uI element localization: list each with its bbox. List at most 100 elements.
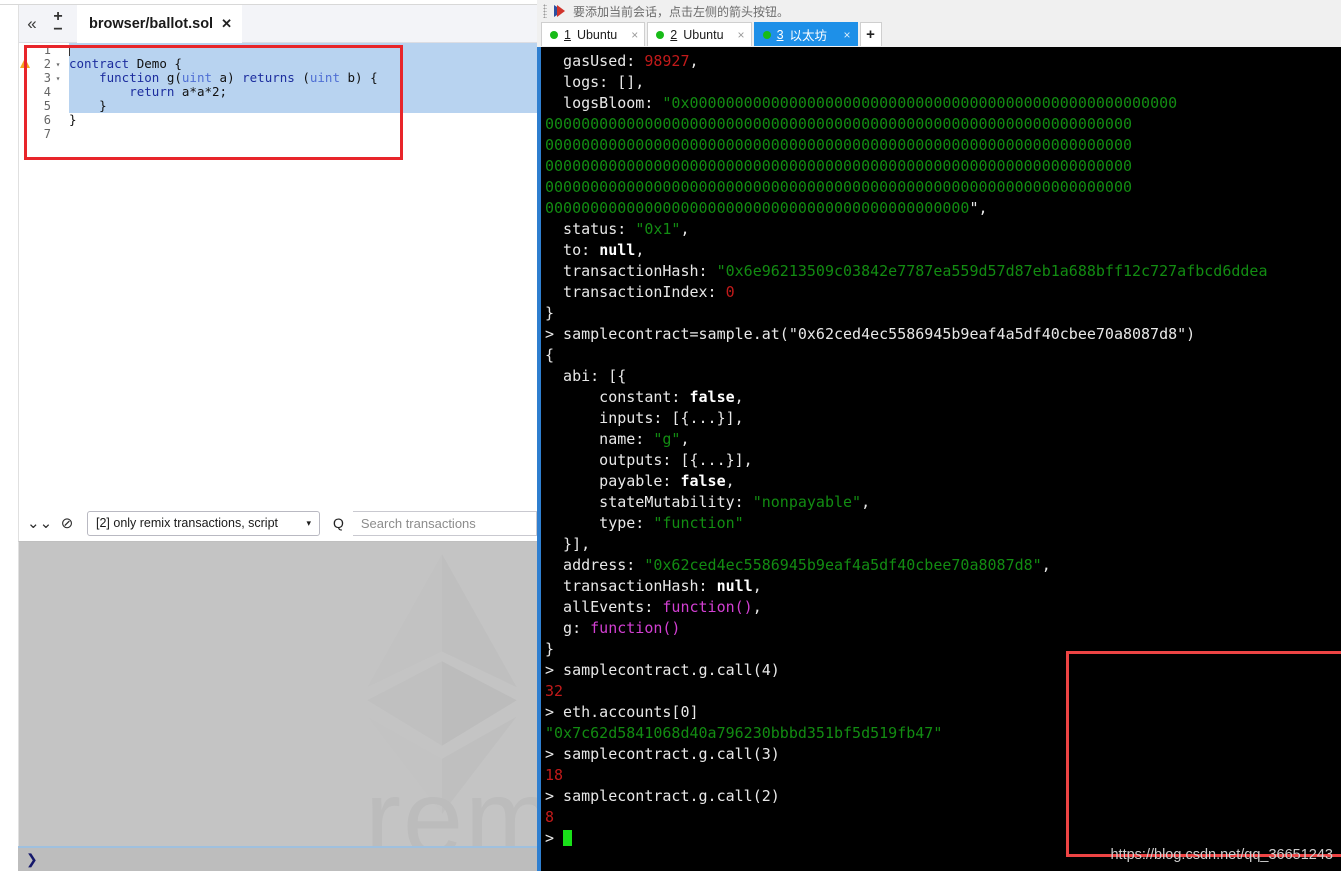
clear-console-icon[interactable]: ⊘ [57, 514, 77, 532]
terminal-text: gasUsed: 98927, logs: [], logsBloom: "0x… [541, 47, 1341, 849]
terminal-tab-3[interactable]: 3 以太坊 × [753, 22, 858, 46]
close-icon[interactable]: × [730, 28, 745, 42]
terminal-line: "0x7c62d5841068d40a796230bbbd351bf5d519f… [545, 723, 1341, 744]
terminal-tab-number: 3 [776, 27, 784, 42]
terminal-token: "function" [653, 514, 744, 532]
terminal-token: } [545, 640, 555, 658]
terminal-token: false [689, 388, 735, 406]
terminal-token: 98927 [644, 52, 690, 70]
transaction-filter-value: [2] only remix transactions, script [96, 516, 279, 530]
terminal-token: }], [545, 535, 591, 553]
terminal-token: , [752, 598, 762, 616]
terminal-token: > samplecontract=sample.at("0x62ced4ec55… [545, 325, 1196, 343]
terminal-line: allEvents: function(), [545, 597, 1341, 618]
terminal-token: , [1041, 556, 1051, 574]
editor-panel: « + − browser/ballot.sol ✕ 12▾ contract D… [18, 4, 537, 505]
remix-console-prompt-bar[interactable]: ❯ [18, 846, 537, 871]
close-icon[interactable]: ✕ [221, 16, 232, 32]
search-transactions-group[interactable]: Q Search transactions [330, 510, 537, 536]
terminal-token: 0000000000000000000000000000000000000000… [545, 136, 1132, 154]
remix-watermark: rem [365, 757, 537, 846]
fold-arrow-icon[interactable]: ▾ [53, 60, 63, 69]
line-number: 7 [43, 127, 51, 141]
close-icon[interactable]: × [836, 28, 851, 42]
expand-terminal-icon[interactable]: ⌄⌄ [27, 514, 52, 532]
gutter-marker-slot [19, 113, 33, 127]
terminal-token: inputs: [{...}], [545, 409, 744, 427]
terminal-token: , [752, 577, 762, 595]
terminal-line: } [545, 303, 1341, 324]
terminal-token: status: [545, 220, 636, 238]
terminal-token: , [635, 241, 645, 259]
terminal-line: logsBloom: "0x00000000000000000000000000… [545, 93, 1341, 114]
line-number: 5 [43, 99, 51, 113]
terminal-token: ", [969, 199, 988, 217]
terminal-token: 0000000000000000000000000000000000000000… [545, 115, 1132, 133]
terminal-line: > samplecontract.g.call(3) [545, 744, 1341, 765]
terminal-line: > samplecontract.g.call(2) [545, 786, 1341, 807]
terminal-token: g: [545, 619, 591, 637]
terminal-token: outputs: [{...}], [545, 451, 753, 469]
prompt-chevron-icon: ❯ [26, 851, 38, 867]
code-line[interactable]: 4 return a*a*2; [19, 85, 537, 99]
terminal-tab-label: 以太坊 [789, 29, 828, 43]
terminal-token: null [599, 241, 636, 259]
terminal-window: 要添加当前会话，点击左侧的箭头按钮。 1 Ubuntu × 2 Ubuntu × 3 以太坊 ×… [537, 0, 1341, 871]
terminal-token: , [689, 52, 699, 70]
terminal-line: to: null, [545, 240, 1341, 261]
terminal-hint-text: 要添加当前会话，点击左侧的箭头按钮。 [573, 4, 790, 19]
file-tab-label: browser/ballot.sol [89, 15, 214, 32]
fold-arrow-icon[interactable]: ▾ [53, 74, 63, 83]
terminal-output-area[interactable]: gasUsed: 98927, logs: [], logsBloom: "0x… [537, 47, 1341, 871]
terminal-tab-2[interactable]: 2 Ubuntu × [647, 22, 752, 46]
terminal-line: transactionIndex: 0 [545, 282, 1341, 303]
code-line[interactable]: 3 ▾ function g(uint a) returns (uint b) { [19, 71, 537, 85]
terminal-token: , [734, 388, 744, 406]
terminal-tab-1[interactable]: 1 Ubuntu × [541, 22, 646, 46]
file-tab-ballot-sol[interactable]: browser/ballot.sol ✕ [77, 4, 242, 43]
code-line[interactable]: 5 } [19, 99, 537, 113]
terminal-token: 8 [545, 808, 555, 826]
flag-icon [554, 4, 566, 18]
font-decrease-icon[interactable]: − [53, 21, 62, 38]
terminal-tab-label: Ubuntu [683, 27, 724, 42]
line-number: 1 [43, 43, 51, 57]
terminal-token: , [725, 472, 735, 490]
close-icon[interactable]: × [623, 28, 638, 42]
code-editor[interactable]: 12▾contract Demo {3▾ function g(uint a) … [19, 43, 537, 505]
transaction-filter-select[interactable]: [2] only remix transactions, script ▾ [87, 510, 320, 536]
terminal-token: > samplecontract.g.call(2) [545, 787, 780, 805]
terminal-tab-number: 1 [564, 27, 571, 42]
terminal-cursor [563, 830, 573, 846]
terminal-token: abi: [{ [545, 367, 627, 385]
terminal-line: g: function() [545, 618, 1341, 639]
code-line[interactable]: 1 [19, 43, 537, 57]
terminal-token: 0 [725, 283, 735, 301]
code-line[interactable]: 2▾ contract Demo { [19, 57, 537, 71]
terminal-token: , [861, 493, 871, 511]
search-transactions-input[interactable]: Search transactions [352, 510, 537, 536]
terminal-token: , [680, 430, 690, 448]
terminal-token: transactionHash: [545, 577, 717, 595]
new-terminal-tab-button[interactable]: + [859, 22, 882, 46]
terminal-token: "0x0000000000000000000000000000000000000… [662, 94, 1178, 112]
terminal-tab-label: Ubuntu [576, 27, 618, 42]
terminal-line: name: "g", [545, 429, 1341, 450]
code-line[interactable]: 7 [19, 127, 537, 141]
terminal-line: logs: [], [545, 72, 1341, 93]
drag-handle-icon[interactable] [543, 4, 547, 18]
transactions-toolbar: ⌄⌄ ⊘ [2] only remix transactions, script… [18, 505, 537, 541]
collapse-panel-icon[interactable]: « [19, 15, 45, 32]
transactions-log-area[interactable]: rem [18, 541, 537, 846]
terminal-token: 0000000000000000000000000000000000000000… [545, 157, 1132, 175]
terminal-token: > eth.accounts[0] [545, 703, 699, 721]
terminal-line: > samplecontract.g.call(4) [545, 660, 1341, 681]
terminal-token: gasUsed: [545, 52, 645, 70]
gutter-marker-slot [19, 71, 33, 85]
font-size-stepper[interactable]: + − [45, 8, 71, 38]
code-line[interactable]: 6} [19, 113, 537, 128]
terminal-tab-number: 2 [670, 27, 678, 42]
terminal-token: > samplecontract.g.call(3) [545, 745, 780, 763]
terminal-token: { [545, 346, 555, 364]
